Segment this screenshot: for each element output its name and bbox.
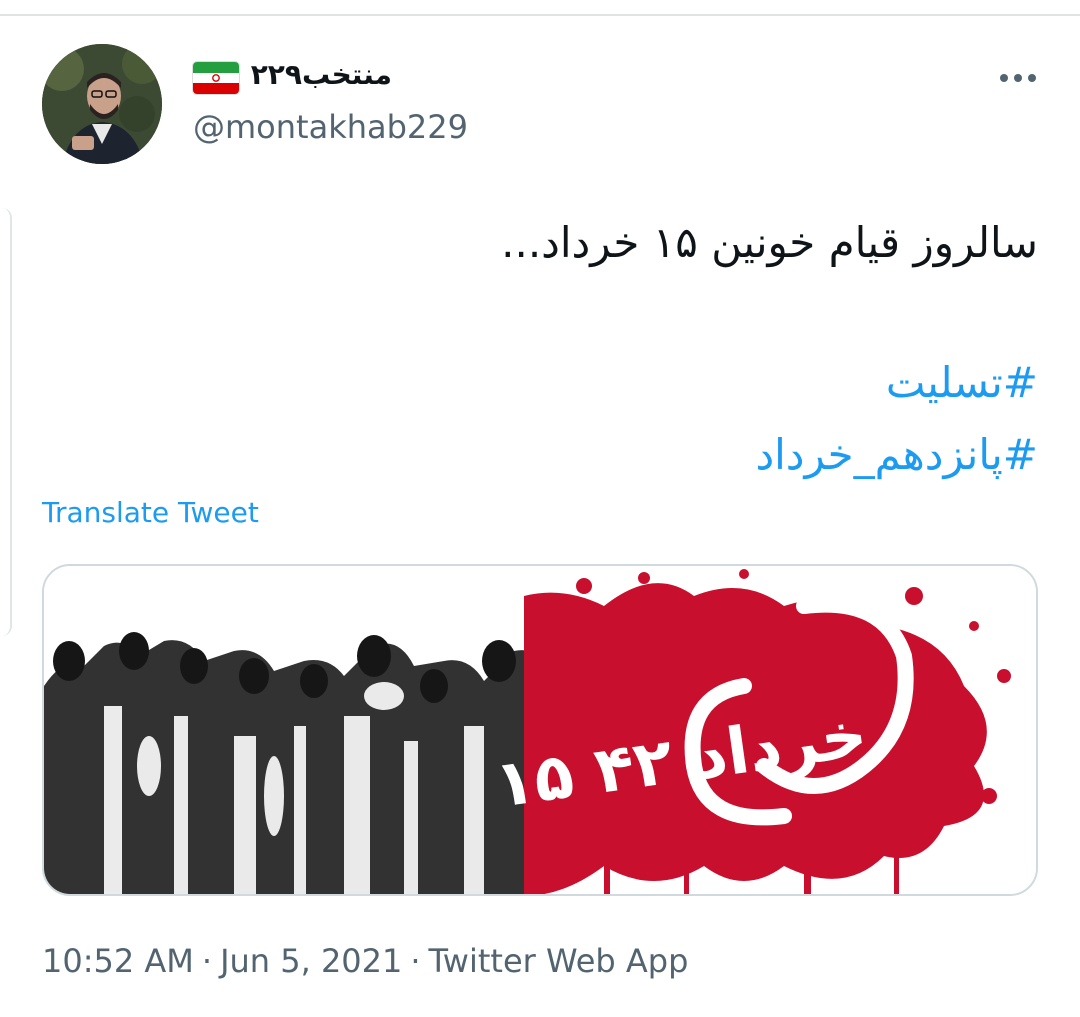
avatar[interactable] xyxy=(42,44,162,164)
khordad-artwork: ۱۵ خرداد ۴۲ xyxy=(44,566,1036,894)
separator: · xyxy=(201,942,213,980)
iran-flag-icon xyxy=(193,62,239,94)
more-horizontal-icon[interactable] xyxy=(998,68,1038,88)
hashtag-link[interactable]: #پانزدهم_خرداد xyxy=(755,430,1038,479)
hashtag-link[interactable]: #تسلیت xyxy=(886,358,1038,407)
tweet-metadata: 10:52 AM · Jun 5, 2021 · Twitter Web App xyxy=(42,942,688,980)
tweet-media-image[interactable]: ۱۵ خرداد ۴۲ xyxy=(42,564,1038,896)
tweet-time[interactable]: 10:52 AM xyxy=(42,942,194,980)
left-panel-edge xyxy=(0,208,12,636)
top-divider xyxy=(0,14,1080,16)
display-name[interactable]: منتخب۲۲۹ xyxy=(251,58,392,91)
avatar-photo xyxy=(42,44,162,164)
separator: · xyxy=(410,942,421,980)
tweet-text: سالروز قیام خونین ۱۵ خرداد... xyxy=(501,218,1038,267)
user-handle[interactable]: @montakhab229 xyxy=(193,108,468,146)
tweet-source[interactable]: Twitter Web App xyxy=(429,942,689,980)
translate-tweet-link[interactable]: Translate Tweet xyxy=(42,496,259,529)
tweet-date[interactable]: Jun 5, 2021 xyxy=(220,942,402,980)
